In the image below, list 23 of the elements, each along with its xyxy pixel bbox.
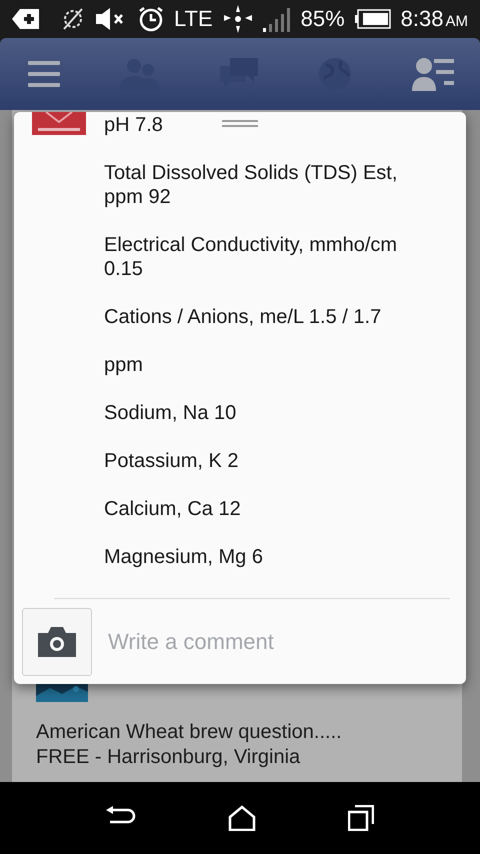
comment-line: Cations / Anions, me/L 1.5 / 1.7 xyxy=(104,305,382,329)
comment-line: ppm xyxy=(104,353,143,377)
comment-line: Total Dissolved Solids (TDS) Est, ppm 92 xyxy=(104,161,398,209)
camera-icon xyxy=(38,626,76,656)
comment-line: Potassium, K 2 xyxy=(104,449,239,473)
clock-time: 8:38AM xyxy=(400,6,468,32)
battery-percent: 85% xyxy=(300,6,345,32)
brightness-icon xyxy=(222,4,253,34)
signal-icon xyxy=(262,6,291,32)
comment-field[interactable]: Write a comment xyxy=(106,628,458,656)
battery-icon xyxy=(354,9,391,29)
post-text: American Wheat brew question..... xyxy=(36,720,343,745)
comment-line: Calcium, Ca 12 xyxy=(104,497,241,521)
comment-line: pH 7.8 xyxy=(104,113,163,137)
comment-line: Electrical Conductivity, mmho/cm 0.15 xyxy=(104,233,398,281)
comment-line: Sodium, Na 10 xyxy=(104,401,236,425)
post-text: FREE - Harrisonburg, Virginia xyxy=(36,745,302,770)
drag-handle-icon[interactable] xyxy=(222,120,258,128)
alarm-icon xyxy=(138,6,164,32)
notification-icon xyxy=(12,9,40,29)
camera-button[interactable] xyxy=(22,608,92,676)
comment-line: Magnesium, Mg 6 xyxy=(104,545,263,569)
network-label: LTE xyxy=(174,6,213,32)
